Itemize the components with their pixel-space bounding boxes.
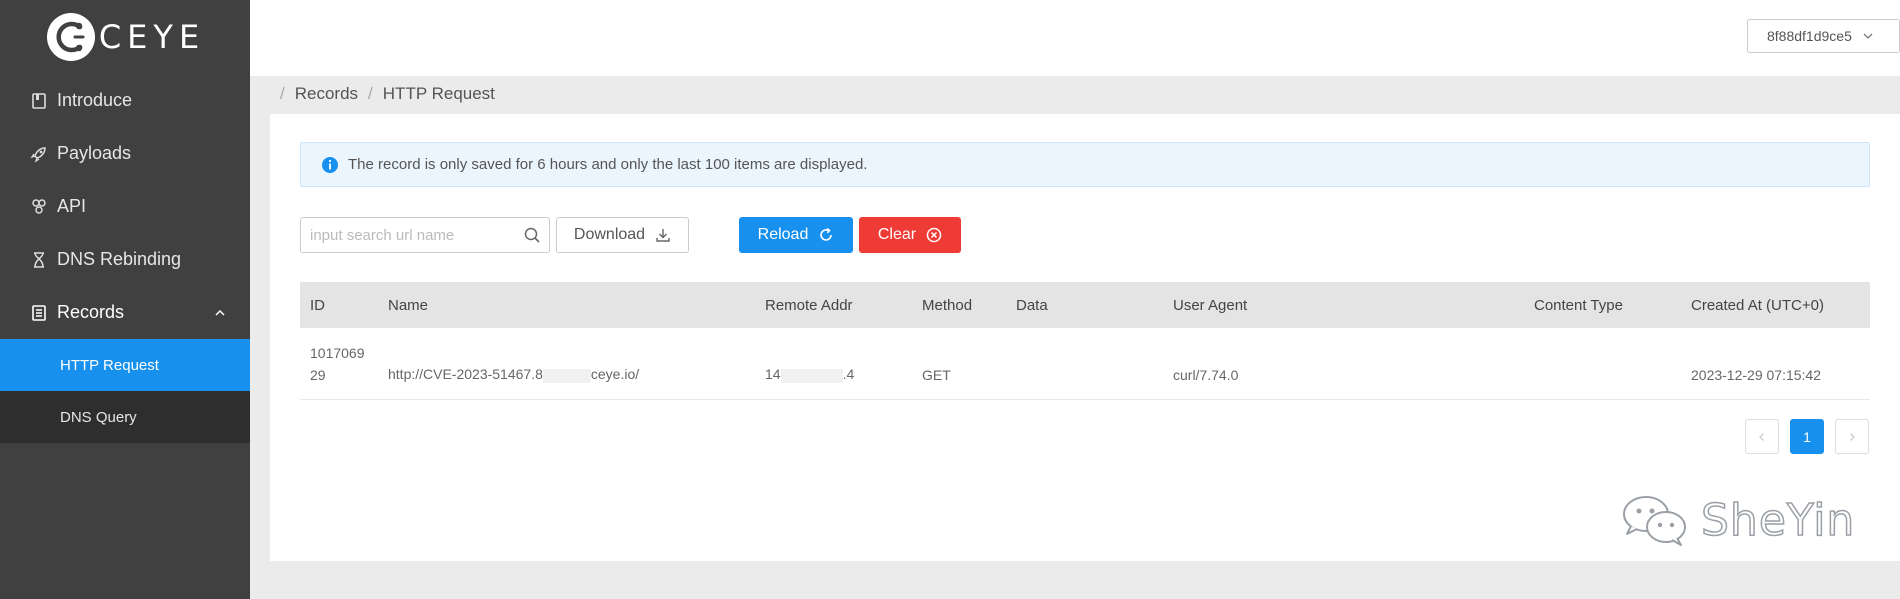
sidebar-item-dns-rebinding[interactable]: DNS Rebinding (0, 233, 250, 286)
cell-method: GET (922, 366, 951, 383)
sidebar-item-label: API (57, 196, 87, 216)
wechat-icon (1619, 492, 1691, 548)
cell-name-tail: ceye.io/ (590, 366, 640, 383)
cell-name-head: http://CVE-2023-51467.8 (388, 366, 543, 383)
chevron-up-icon (214, 307, 226, 319)
column-header-name: Name (388, 296, 429, 314)
logo-text: CEYE (98, 18, 206, 56)
column-header-content-type: Content Type (1534, 296, 1623, 314)
breadcrumb-item-records[interactable]: Records (295, 84, 358, 104)
book-icon (30, 92, 48, 110)
api-icon (30, 198, 48, 216)
redacted-block (780, 368, 843, 383)
watermark: SheYin (1609, 492, 1855, 548)
cell-id: 101706929 (310, 344, 365, 383)
alert-text: The record is only saved for 6 hours and… (348, 156, 868, 173)
column-header-id: ID (310, 296, 325, 314)
download-label: Download (573, 226, 646, 243)
logo[interactable]: CEYE (0, 0, 250, 74)
breadcrumb-item-current: HTTP Request (382, 84, 495, 103)
column-header-created-at: Created At (UTC+0) (1691, 296, 1824, 314)
download-icon (655, 227, 671, 243)
sidebar-item-label: Payloads (57, 143, 132, 163)
column-header-data: Data (1016, 296, 1048, 314)
cell-addr-head: 14 (765, 366, 781, 383)
table-row: 101706929 http://CVE-2023-51467.8 ceye.io… (300, 328, 1870, 400)
clear-label: Clear (877, 226, 917, 243)
table-header: ID Name Remote Addr Method Data User Age… (300, 282, 1870, 328)
search-box (300, 217, 550, 253)
sidebar-item-http-request[interactable]: HTTP Request (0, 339, 250, 391)
sidebar-item-label: Introduce (57, 90, 133, 110)
cell-addr-tail: .4 (842, 366, 855, 383)
rocket-icon (30, 145, 48, 163)
search-input[interactable] (310, 226, 510, 244)
chevron-down-icon (1863, 31, 1873, 41)
cell-user-agent: curl/7.74.0 (1173, 366, 1239, 383)
breadcrumb-separator: / (280, 84, 285, 103)
watermark-text: SheYin (1700, 494, 1856, 547)
reload-label: Reload (757, 226, 809, 243)
pagination-prev-button[interactable] (1745, 419, 1779, 454)
column-header-remote-addr: Remote Addr (765, 296, 853, 314)
sidebar-item-label: DNS Rebinding (57, 249, 182, 269)
sidebar-item-payloads[interactable]: Payloads (0, 127, 250, 180)
records-table: ID Name Remote Addr Method Data User Age… (300, 282, 1870, 400)
hourglass-icon (30, 251, 48, 269)
cell-remote-addr: 14.4 (755, 344, 912, 383)
clear-button[interactable]: Clear (859, 217, 961, 253)
cell-created-at: 2023-12-29 07:15:42 (1691, 366, 1821, 383)
download-button[interactable]: Download (556, 217, 689, 253)
top-bar: 8f88df1d9ce5 (250, 0, 1900, 76)
close-circle-icon (926, 227, 942, 243)
chevron-right-icon (1850, 432, 1855, 441)
sidebar-item-introduce[interactable]: Introduce (0, 74, 250, 127)
user-name: 8f88df1d9ce5 (1767, 28, 1852, 44)
column-header-user-agent: User Agent (1173, 296, 1248, 314)
sidebar-item-dns-query[interactable]: DNS Query (0, 391, 250, 443)
chevron-left-icon (1759, 432, 1764, 441)
cell-name: http://CVE-2023-51467.8 ceye.io/ (378, 344, 755, 383)
user-dropdown[interactable]: 8f88df1d9ce5 (1747, 19, 1900, 53)
sidebar-item-api[interactable]: API (0, 180, 250, 233)
sidebar-item-records[interactable]: Records (0, 286, 250, 339)
column-header-method: Method (922, 296, 973, 314)
pagination-page-current[interactable]: 1 (1790, 419, 1824, 454)
breadcrumb-separator: / (368, 84, 373, 103)
sidebar: CEYE Introduce Payloads API DNS Rebindin… (0, 0, 250, 599)
sidebar-item-label: Records (57, 302, 125, 322)
ceye-logo-icon (46, 13, 95, 61)
redacted-block (542, 368, 591, 383)
search-icon[interactable] (523, 226, 541, 244)
records-submenu: HTTP Request DNS Query (0, 339, 250, 443)
info-icon (321, 156, 339, 174)
refresh-icon (818, 227, 834, 243)
breadcrumb: / Records / HTTP Request (280, 84, 495, 104)
records-icon (30, 304, 48, 322)
reload-button[interactable]: Reload (739, 217, 853, 253)
pagination-next-button[interactable] (1835, 419, 1869, 454)
info-alert: The record is only saved for 6 hours and… (300, 142, 1870, 187)
